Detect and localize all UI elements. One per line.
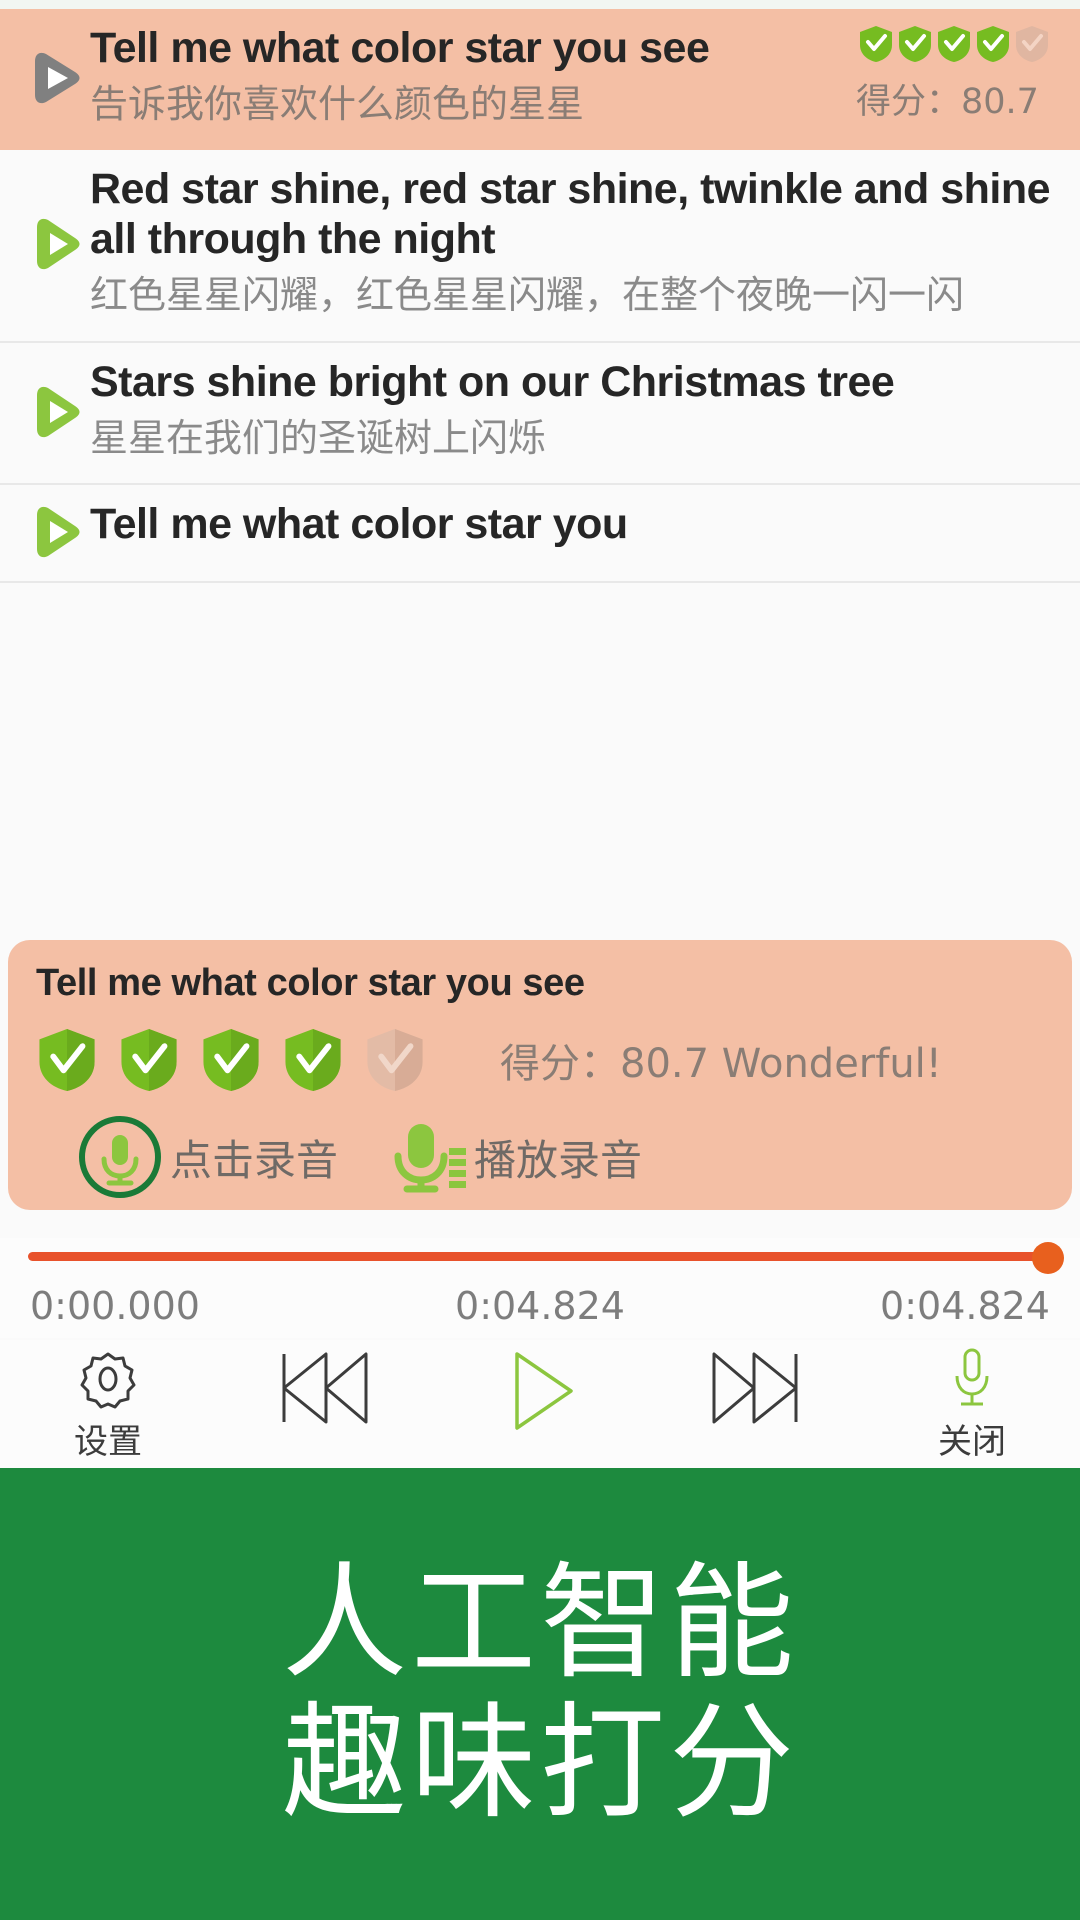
score-panel-actions: 点击录音 播放录音 (36, 1113, 1044, 1201)
row-score: 得分：80.7 (852, 23, 1062, 124)
shield-rating (36, 1027, 426, 1093)
microphone-icon[interactable] (945, 1346, 999, 1412)
row-score-label: 得分：80.7 (856, 82, 1039, 122)
previous-track-icon[interactable] (274, 1346, 374, 1430)
shield-filled-icon (121, 1029, 177, 1091)
progress-track[interactable] (28, 1252, 1052, 1261)
play-recording-microphone-icon[interactable] (390, 1116, 468, 1198)
sentence-chinese: 告诉我你喜欢什么颜色的星星 (90, 82, 585, 127)
play-sentence-button[interactable] (18, 211, 90, 273)
play-triangle-icon[interactable] (25, 215, 83, 273)
record-button-label: 点击录音 (170, 1135, 339, 1185)
score-panel-rating-row: 得分：80.7 Wonderful! (36, 1027, 1044, 1093)
close-button[interactable]: 关闭 (864, 1340, 1080, 1463)
shield-filled-icon (203, 1029, 259, 1091)
banner-line-1: 人工智能 (282, 1551, 798, 1696)
score-panel-title: Tell me what color star you see (36, 962, 585, 1004)
play-recording-button[interactable]: 播放录音 (390, 1116, 642, 1198)
sentence-text: Stars shine bright on our Christmas tree… (90, 357, 1062, 464)
next-button[interactable] (648, 1340, 864, 1432)
shield-empty-icon (1016, 26, 1048, 62)
shield-filled-icon (285, 1029, 341, 1091)
list-item[interactable]: Red star shine, red star shine, twinkle … (0, 150, 1080, 343)
shield-filled-icon (899, 26, 931, 62)
shield-filled-icon (860, 26, 892, 62)
play-sentence-button[interactable] (18, 45, 90, 107)
score-panel: Tell me what color star you see 得分：80.7 … (8, 940, 1072, 1210)
previous-button[interactable] (216, 1340, 432, 1432)
time-labels: 0:00.000 0:04.824 0:04.824 (0, 1284, 1080, 1328)
current-time-label: 0:00.000 (30, 1284, 200, 1328)
play-sentence-button[interactable] (18, 379, 90, 441)
sentence-text: Tell me what color star you (90, 499, 1062, 549)
play-triangle-icon[interactable] (25, 49, 83, 107)
record-button[interactable]: 点击录音 (76, 1113, 338, 1201)
close-label: 关闭 (938, 1422, 1006, 1462)
progress-thumb[interactable] (1032, 1242, 1064, 1274)
center-time-label: 0:04.824 (455, 1284, 625, 1328)
sentence-english: Tell me what color star you see (90, 24, 710, 72)
shield-filled-icon (977, 26, 1009, 62)
play-icon[interactable] (497, 1346, 583, 1436)
sentence-chinese: 红色星星闪耀，红色星星闪耀，在整个夜晚一闪一闪 (90, 273, 965, 318)
score-panel-score-text: 得分：80.7 Wonderful! (500, 1041, 942, 1087)
progress-section[interactable]: 0:00.000 0:04.824 0:04.824 (0, 1238, 1080, 1338)
sentence-text: Tell me what color star you see 告诉我你喜欢什么… (90, 23, 852, 130)
gear-icon[interactable] (75, 1346, 141, 1412)
top-strip (0, 0, 1080, 9)
player-toolbar[interactable]: 设置 关闭 (0, 1340, 1080, 1468)
list-item[interactable]: Tell me what color star you (0, 485, 1080, 584)
sentence-english: Tell me what color star you (90, 500, 628, 549)
sentence-english: Stars shine bright on our Christmas tree (90, 357, 895, 406)
shield-empty-icon (367, 1029, 423, 1091)
shield-rating-mini (858, 25, 1062, 63)
list-item[interactable]: Stars shine bright on our Christmas tree… (0, 343, 1080, 486)
play-triangle-icon[interactable] (25, 503, 83, 561)
sentence-chinese: 星星在我们的圣诞树上闪烁 (90, 415, 547, 460)
sentence-english: Red star shine, red star shine, twinkle … (90, 164, 1051, 263)
record-microphone-icon[interactable] (76, 1113, 164, 1201)
next-track-icon[interactable] (706, 1346, 806, 1430)
play-recording-button-label: 播放录音 (474, 1135, 643, 1185)
play-pause-button[interactable] (432, 1340, 648, 1438)
sentence-text: Red star shine, red star shine, twinkle … (90, 164, 1062, 321)
play-sentence-button[interactable] (18, 499, 90, 561)
shield-filled-icon (938, 26, 970, 62)
settings-label: 设置 (74, 1422, 142, 1462)
promo-banner: 人工智能 趣味打分 (0, 1468, 1080, 1920)
total-time-label: 0:04.824 (880, 1284, 1050, 1328)
app-root: Tell me what color star you see 告诉我你喜欢什么… (0, 0, 1080, 1920)
banner-line-2: 趣味打分 (282, 1691, 798, 1836)
settings-button[interactable]: 设置 (0, 1340, 216, 1463)
list-item[interactable]: Tell me what color star you see 告诉我你喜欢什么… (0, 9, 1080, 150)
shield-filled-icon (39, 1029, 95, 1091)
play-triangle-icon[interactable] (25, 383, 83, 441)
